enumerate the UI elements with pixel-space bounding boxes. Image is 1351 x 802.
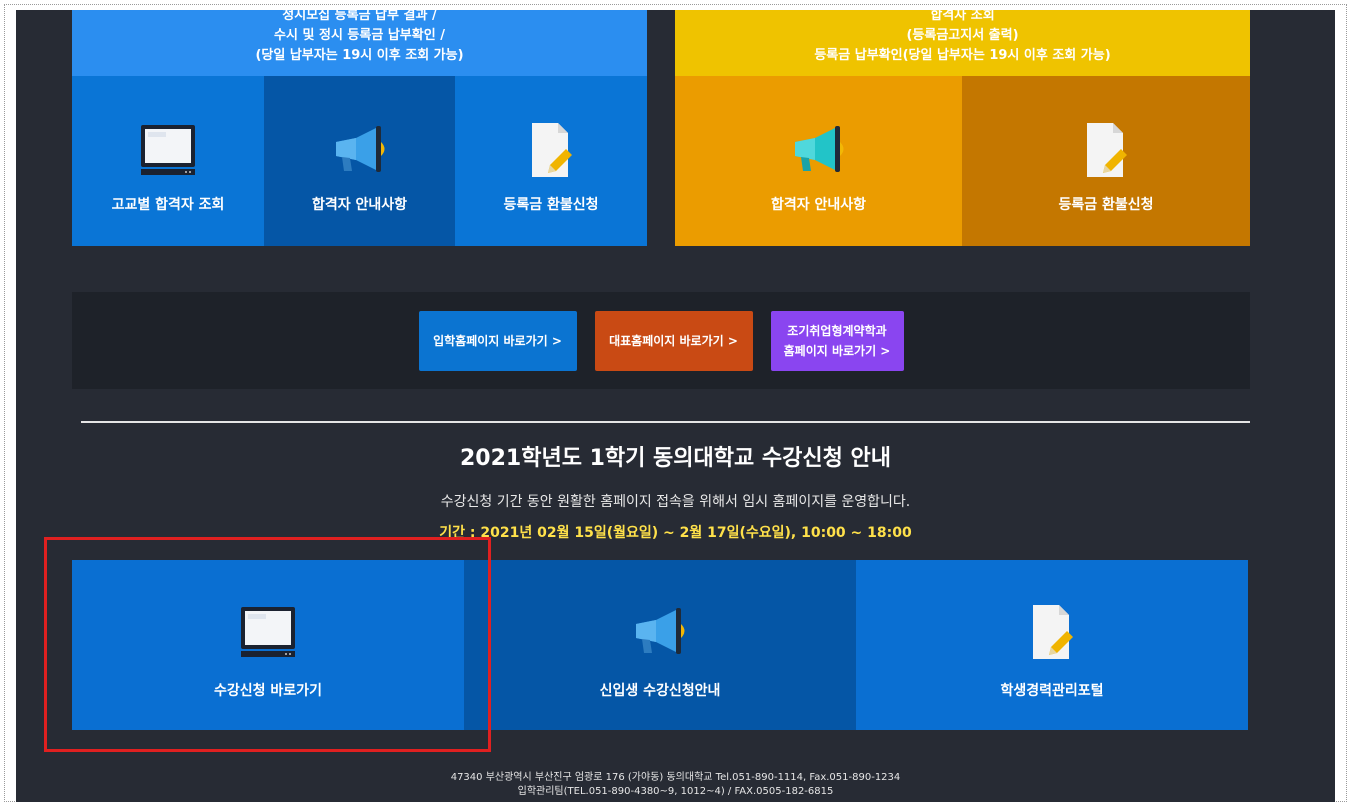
- blue-panel-line-1: 정시모집 등록금 납부 결과 /: [282, 10, 437, 23]
- blue-panel-line-2: 수시 및 정시 등록금 납부확인 /: [274, 28, 445, 43]
- blue-panel-line-3: (당일 납부자는 19시 이후 조회 가능): [255, 48, 464, 63]
- tile-label: 등록금 환불신청: [503, 197, 599, 213]
- megaphone-icon: [789, 120, 849, 180]
- tile-refund-yellow[interactable]: 등록금 환불신청: [962, 76, 1250, 246]
- tile-label: 수강신청 바로가기: [214, 683, 322, 699]
- tile-school-result[interactable]: 고교별 합격자 조회: [72, 76, 264, 246]
- registration-tiles: 수강신청 바로가기 신입생 수강신청안내 학생경력관리포털: [72, 560, 1248, 730]
- freshman-registration-guide-button[interactable]: 신입생 수강신청안내: [464, 560, 856, 730]
- tile-notice-yellow[interactable]: 합격자 안내사항: [675, 76, 962, 246]
- tile-label: 등록금 환불신청: [1058, 197, 1154, 213]
- page: 정시모집 등록금 납부 결과 / 수시 및 정시 등록금 납부확인 / (당일 …: [16, 10, 1335, 802]
- document-pencil-icon: [1022, 602, 1082, 662]
- section-subtitle: 수강신청 기간 동안 원활한 홈페이지 접속을 위해서 임시 홈페이지를 운영합…: [440, 494, 911, 510]
- admission-homepage-link[interactable]: 입학홈페이지 바로가기 >: [418, 310, 577, 371]
- registration-period: 기간 : 2021년 02월 15일(월요일) ~ 2월 17일(수요일), 1…: [439, 525, 912, 541]
- contract-link-line-2: 홈페이지 바로가기 >: [783, 343, 891, 358]
- monitor-icon: [138, 120, 198, 180]
- section-title: 2021학년도 1학기 동의대학교 수강신청 안내: [459, 446, 892, 471]
- contract-dept-homepage-link[interactable]: 조기취업형계약학과 홈페이지 바로가기 >: [770, 310, 904, 371]
- yellow-panel-line-1: 합격자 조회: [930, 10, 995, 23]
- tile-label: 고교별 합격자 조회: [111, 197, 225, 213]
- yellow-panel-header[interactable]: 합격자 조회 (등록금고지서 출력) 등록금 납부확인(당일 납부자는 19시 …: [675, 10, 1250, 76]
- career-portal-button[interactable]: 학생경력관리포털: [856, 560, 1248, 730]
- footer-contact: 입학관리팀(TEL.051-890-4380~9, 1012~4) / FAX.…: [517, 786, 834, 797]
- site-links-bar: 입학홈페이지 바로가기 > 대표홈페이지 바로가기 > 조기취업형계약학과 홈페…: [72, 292, 1250, 389]
- document-pencil-icon: [1076, 120, 1136, 180]
- megaphone-icon: [330, 120, 390, 180]
- tile-label: 합격자 안내사항: [770, 197, 867, 213]
- blue-panel-header[interactable]: 정시모집 등록금 납부 결과 / 수시 및 정시 등록금 납부확인 / (당일 …: [72, 10, 647, 76]
- blue-result-panel: 정시모집 등록금 납부 결과 / 수시 및 정시 등록금 납부확인 / (당일 …: [72, 10, 647, 246]
- megaphone-icon: [630, 602, 690, 662]
- yellow-panel-line-3: 등록금 납부확인(당일 납부자는 19시 이후 조회 가능): [814, 48, 1111, 63]
- footer-address: 47340 부산광역시 부산진구 엄광로 176 (가야동) 동의대학교 Tel…: [450, 772, 901, 783]
- tile-refund[interactable]: 등록금 환불신청: [455, 76, 647, 246]
- tile-notice[interactable]: 합격자 안내사항: [264, 76, 455, 246]
- section-divider: [81, 421, 1250, 423]
- tile-label: 신입생 수강신청안내: [599, 683, 721, 699]
- monitor-icon: [238, 602, 298, 662]
- yellow-result-panel: 합격자 조회 (등록금고지서 출력) 등록금 납부확인(당일 납부자는 19시 …: [675, 10, 1250, 246]
- main-homepage-link[interactable]: 대표홈페이지 바로가기 >: [594, 310, 753, 371]
- contract-link-line-1: 조기취업형계약학과: [787, 323, 887, 338]
- footer: 47340 부산광역시 부산진구 엄광로 176 (가야동) 동의대학교 Tel…: [16, 771, 1335, 799]
- tile-label: 합격자 안내사항: [311, 197, 408, 213]
- tile-label: 학생경력관리포털: [1000, 683, 1104, 699]
- course-registration-button[interactable]: 수강신청 바로가기: [72, 560, 464, 730]
- document-pencil-icon: [521, 120, 581, 180]
- yellow-panel-line-2: (등록금고지서 출력): [906, 28, 1019, 43]
